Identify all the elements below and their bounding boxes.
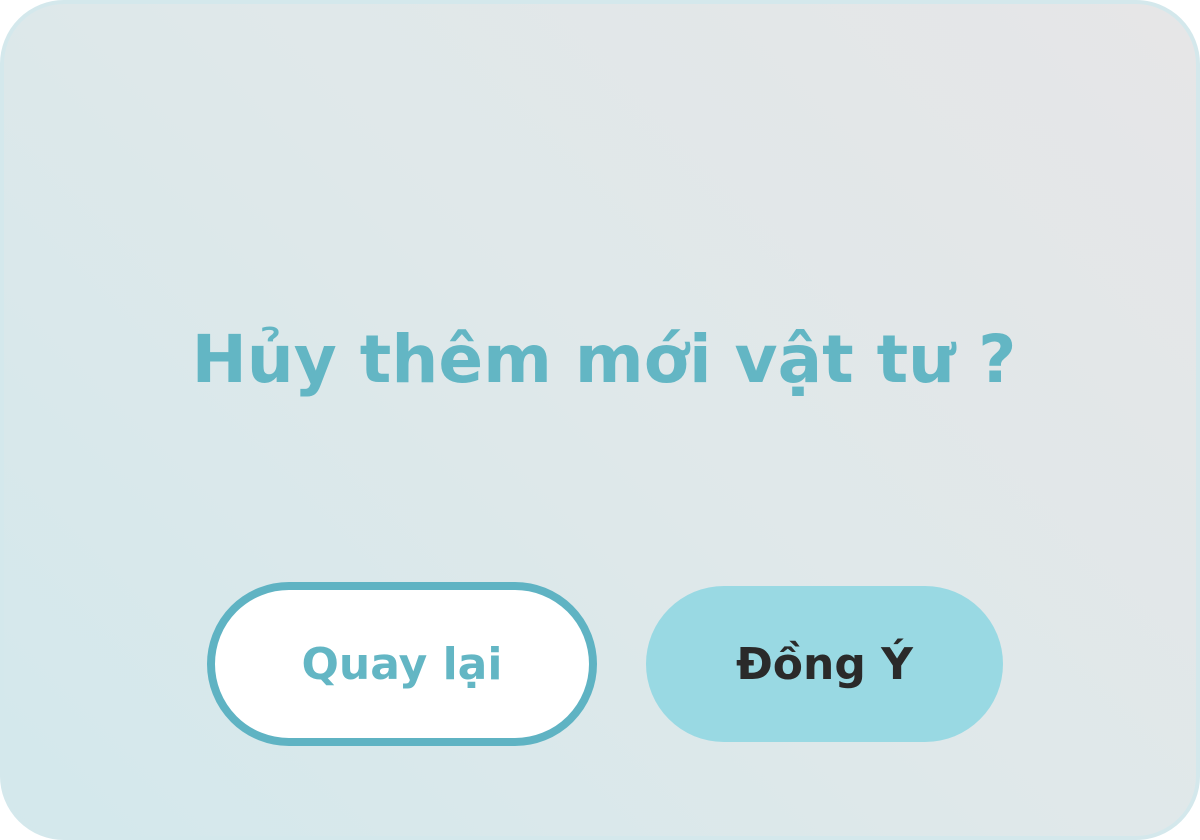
confirm-button[interactable]: Đồng Ý	[646, 586, 1003, 742]
back-button[interactable]: Quay lại	[207, 582, 597, 746]
dialog-title: Hủy thêm mới vật tư ?	[191, 321, 1017, 398]
confirm-dialog: Hủy thêm mới vật tư ? Quay lại Đồng Ý	[0, 0, 1200, 840]
